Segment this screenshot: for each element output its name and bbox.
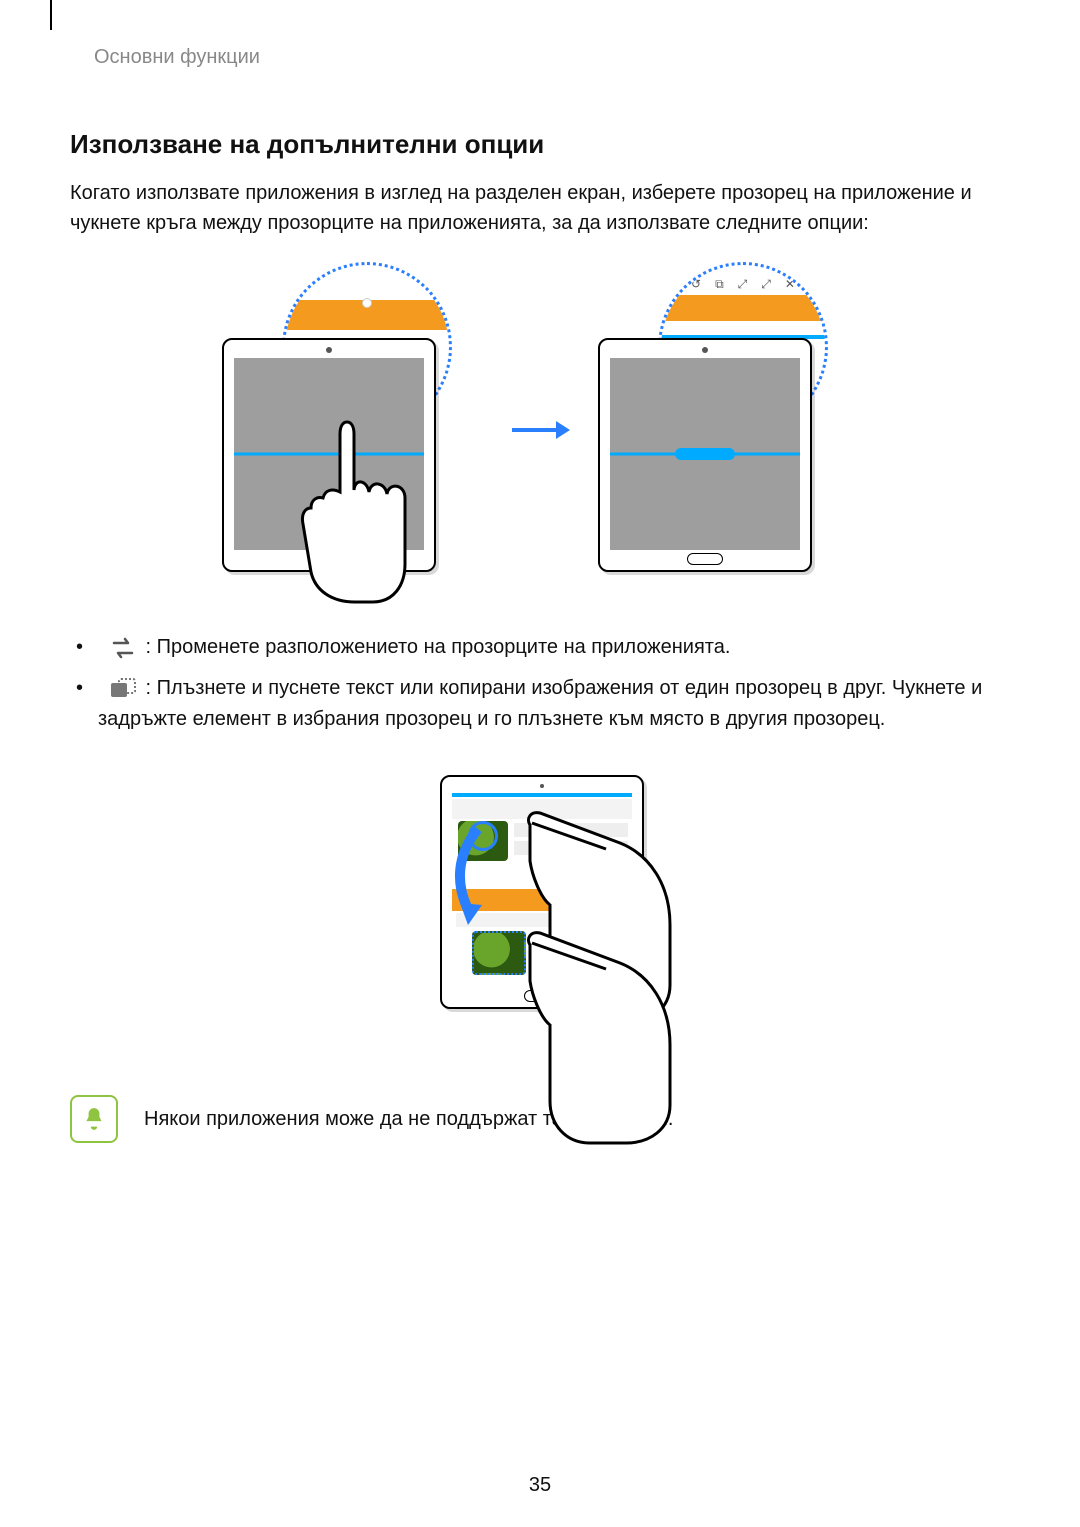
mag-icon-expand2: ⤢ [761, 277, 771, 292]
swap-icon [110, 637, 136, 659]
chapter-label: Основни функции [94, 46, 1010, 69]
mag-icon-copy: ⧉ [715, 277, 724, 292]
page-number: 35 [529, 1474, 551, 1497]
options-list: : Променете разположението на прозорците… [70, 632, 1010, 735]
page: Основни функции Използване на допълнител… [0, 0, 1080, 1527]
option-swap: : Променете разположението на прозорците… [70, 632, 1010, 663]
figure-left [222, 262, 482, 602]
figure-drag-drop [360, 765, 720, 1065]
intro-paragraph: Когато използвате приложения в изглед на… [70, 178, 1010, 238]
mag-icon-swap: ↺ [691, 277, 701, 292]
bell-icon [70, 1095, 118, 1143]
drag-arrow-icon [448, 825, 492, 930]
section-title: Използване на допълнителни опции [70, 129, 1010, 160]
tablet-right [598, 338, 812, 572]
drag-drop-icon [110, 678, 136, 700]
option-swap-text: : Променете разположението на прозорците… [140, 636, 730, 658]
top-rule [50, 0, 52, 30]
mag-icon-close: ✕ [785, 277, 795, 292]
figure-split-screen: ↺ ⧉ ⤢ ⤢ ✕ [70, 262, 1010, 602]
figure-right: ↺ ⧉ ⤢ ⤢ ✕ [598, 262, 858, 602]
hand-bottom [510, 885, 690, 1145]
arrow-right-icon [510, 415, 570, 450]
option-drag: : Плъзнете и пуснете текст или копирани … [70, 673, 1010, 735]
option-drag-text: : Плъзнете и пуснете текст или копирани … [98, 677, 982, 730]
mag-icon-expand1: ⤢ [738, 277, 748, 292]
hand-tap-left [277, 412, 417, 612]
